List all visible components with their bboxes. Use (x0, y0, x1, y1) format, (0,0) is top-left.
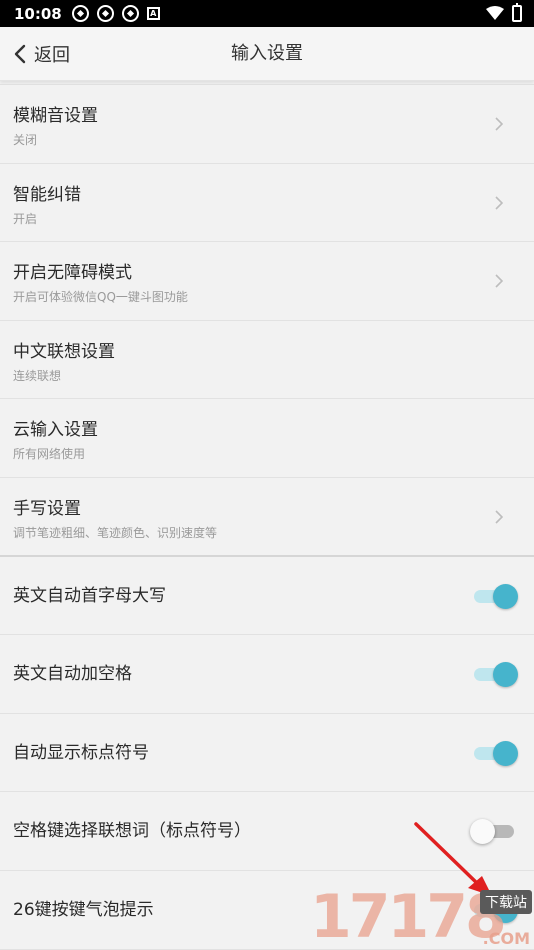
battery-icon (512, 3, 522, 22)
setting-row-chinese-association[interactable]: 中文联想设置 连续联想 (0, 320, 534, 400)
setting-row-auto-capitalize: 英文自动首字母大写 (0, 556, 534, 636)
auto-capitalize-toggle[interactable] (470, 583, 518, 609)
chevron-right-icon (495, 274, 504, 288)
setting-row-cloud-input[interactable]: 云输入设置 所有网络使用 (0, 399, 534, 478)
pinwheel-icon (71, 5, 89, 22)
status-time: 10:08 (14, 4, 62, 23)
space-select-association-toggle[interactable] (470, 818, 518, 845)
row-title: 英文自动加空格 (13, 664, 132, 685)
row-title: 手写设置 (13, 498, 81, 519)
a-box-icon: A (146, 7, 160, 20)
row-title: 智能纠错 (13, 184, 81, 205)
auto-punctuation-toggle[interactable] (470, 740, 518, 766)
chevron-right-icon (495, 510, 504, 524)
row-subtitle: 调节笔迹粗细、笔迹颜色、识别速度等 (13, 525, 218, 540)
pinwheel-icon (96, 5, 114, 22)
chevron-right-icon (495, 196, 504, 210)
chevron-right-icon (495, 117, 504, 131)
row-title: 26键按键气泡提示 (13, 899, 154, 920)
row-subtitle: 开启可体验微信QQ一键斗图功能 (13, 290, 188, 305)
row-title: 云输入设置 (13, 420, 98, 441)
system-icons (486, 3, 522, 22)
status-bar: 10:08 A (0, 0, 534, 27)
row-title: 模糊音设置 (13, 106, 98, 126)
app-bar: 输入设置 返回 (0, 27, 534, 81)
row-title: 空格键选择联想词（标点符号） (13, 821, 251, 842)
row-title: 中文联想设置 (13, 341, 115, 362)
chevron-left-icon (14, 44, 26, 64)
row-subtitle: 开启 (13, 211, 38, 226)
row-subtitle: 所有网络使用 (13, 447, 86, 462)
row-title: 英文自动首字母大写 (13, 585, 166, 606)
back-button[interactable]: 返回 (14, 27, 70, 81)
auto-space-toggle[interactable] (470, 661, 518, 688)
setting-row-space-select-association: 空格键选择联想词（标点符号） (0, 792, 534, 871)
row-title: 自动显示标点符号 (13, 742, 149, 763)
setting-row-fuzzy-pinyin[interactable]: 模糊音设置 关闭 (0, 85, 534, 164)
wifi-icon (486, 6, 504, 20)
key-bubble-toggle[interactable] (470, 897, 518, 923)
setting-row-key-bubble: 26键按键气泡提示 (0, 870, 534, 950)
page-title: 输入设置 (231, 43, 303, 64)
row-subtitle: 连续联想 (13, 368, 62, 383)
setting-row-auto-space: 英文自动加空格 (0, 635, 534, 714)
row-subtitle: 关闭 (13, 133, 38, 147)
setting-row-auto-punctuation: 自动显示标点符号 (0, 713, 534, 793)
settings-list: 模糊音设置 关闭 智能纠错 开启 开启无障碍模式 开启可体验微信QQ一键斗图功能… (0, 84, 534, 950)
setting-row-smart-correction[interactable]: 智能纠错 开启 (0, 163, 534, 243)
setting-row-accessibility-mode[interactable]: 开启无障碍模式 开启可体验微信QQ一键斗图功能 (0, 242, 534, 321)
pinwheel-icon (121, 5, 139, 22)
setting-row-handwriting[interactable]: 手写设置 调节笔迹粗细、笔迹颜色、识别速度等 (0, 477, 534, 557)
notification-icons: A (71, 5, 160, 22)
row-title: 开启无障碍模式 (13, 263, 132, 284)
back-label: 返回 (34, 45, 70, 66)
